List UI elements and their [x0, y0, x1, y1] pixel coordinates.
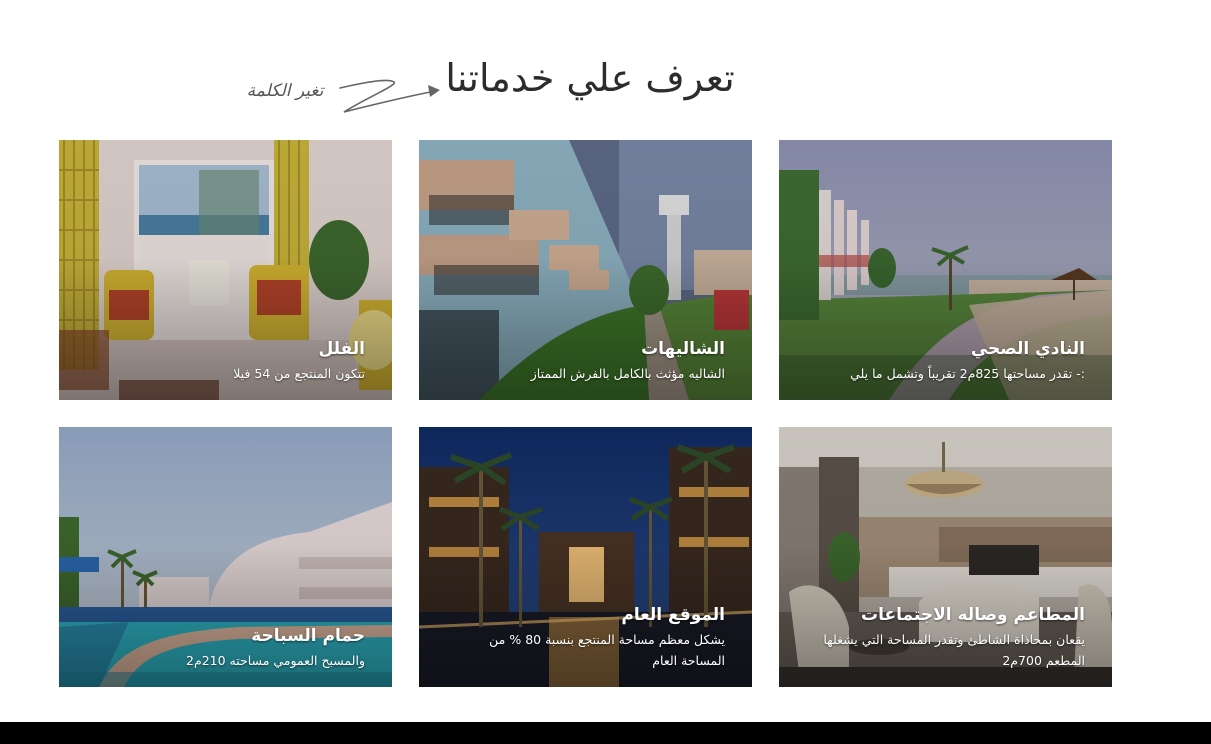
- card-caption: الموقع العام يشكل معظم مساحة المنتجع بنس…: [445, 603, 725, 671]
- card-caption: الشاليهات الشاليه مؤثث بالكامل بالفرش ال…: [445, 337, 725, 384]
- service-card-restaurants[interactable]: المطاعم وصاله الاجتماعات يقعان بمحاذاة ا…: [779, 427, 1112, 687]
- card-title: حمام السباحة: [251, 626, 365, 646]
- card-caption: المطاعم وصاله الاجتماعات يقعان بمحاذاة ا…: [805, 603, 1085, 671]
- card-description: الشاليه مؤثث بالكامل بالفرش الممتاز: [530, 366, 725, 381]
- annotation-text: تغير الكلمة: [246, 81, 324, 101]
- service-card-chalets[interactable]: الشاليهات الشاليه مؤثث بالكامل بالفرش ال…: [419, 140, 752, 400]
- card-title: النادي الصحي: [970, 339, 1085, 359]
- card-caption: حمام السباحة والمسبح العمومي مساحته 210م…: [85, 624, 365, 671]
- card-title: الموقع العام: [621, 605, 725, 625]
- service-card-general-site[interactable]: الموقع العام يشكل معظم مساحة المنتجع بنس…: [419, 427, 752, 687]
- card-description: والمسبح العمومي مساحته 210م2: [186, 653, 365, 668]
- footer-bar: [0, 722, 1211, 744]
- card-title: الشاليهات: [641, 339, 725, 359]
- card-caption: الفلل تتكون المنتجع من 54 فيلا: [85, 337, 365, 384]
- service-card-swimming-pool[interactable]: حمام السباحة والمسبح العمومي مساحته 210م…: [59, 427, 392, 687]
- card-description: :- تقدر مساحتها 825م2 تقريباً وتشمل ما ي…: [850, 366, 1085, 381]
- card-caption: النادي الصحي :- تقدر مساحتها 825م2 تقريب…: [805, 337, 1085, 384]
- card-title: المطاعم وصاله الاجتماعات: [861, 605, 1085, 625]
- card-title: الفلل: [318, 339, 365, 359]
- service-card-health-club[interactable]: النادي الصحي :- تقدر مساحتها 825م2 تقريب…: [779, 140, 1112, 400]
- card-description: تتكون المنتجع من 54 فيلا: [233, 366, 365, 381]
- card-description: يقعان بمحاذاة الشاطئ وتقدر المساحة التي …: [823, 632, 1085, 668]
- annotation-arrow-icon: [339, 79, 440, 113]
- services-page: تعرف علي خدماتنا تغير الكلمة النادي الصح…: [0, 0, 1211, 744]
- card-description: يشكل معظم مساحة المنتجع بنسبة 80 % من ال…: [489, 632, 725, 668]
- service-card-villas[interactable]: الفلل تتكون المنتجع من 54 فيلا: [59, 140, 392, 400]
- section-title: تعرف علي خدماتنا: [445, 56, 735, 100]
